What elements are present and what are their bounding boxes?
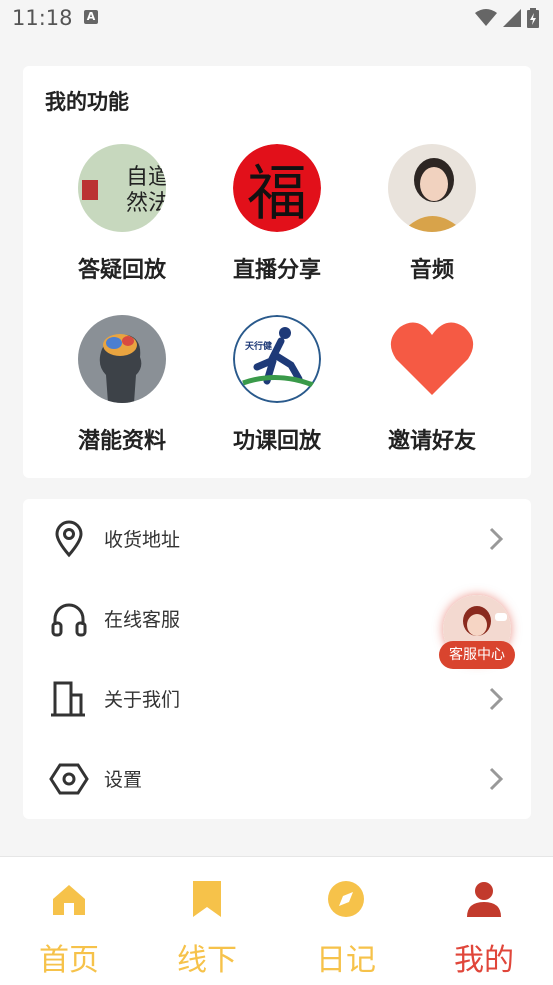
fu-char: 福	[247, 159, 307, 229]
home-icon	[53, 885, 85, 915]
function-invite-friends[interactable]: 邀请好友	[362, 315, 502, 455]
chevron-right-icon	[489, 527, 504, 551]
svg-text:天行健: 天行健	[245, 340, 272, 352]
svg-text:自道: 自道	[126, 165, 166, 190]
tab-label: 日记	[316, 943, 376, 978]
menu-label: 在线客服	[104, 609, 181, 631]
user-icon	[467, 882, 501, 917]
tab-home[interactable]: 首页	[0, 857, 138, 985]
tab-diary[interactable]: 日记	[277, 857, 415, 985]
menu-label: 关于我们	[104, 689, 181, 711]
function-qa-replay[interactable]: 自道 然法 答疑回放	[52, 144, 192, 284]
customer-service-float-button[interactable]: 客服中心	[439, 595, 515, 675]
chevron-right-icon	[489, 687, 504, 711]
bookmark-icon	[193, 881, 221, 917]
menu-item-settings[interactable]: 设置	[23, 739, 531, 819]
hexagon-settings-icon	[49, 763, 89, 795]
section-title: 我的功能	[45, 90, 129, 114]
wifi-icon	[475, 9, 497, 26]
function-live-share[interactable]: 福 直播分享	[207, 144, 347, 284]
function-label: 邀请好友	[387, 429, 476, 454]
location-pin-icon	[55, 520, 83, 558]
status-bar: 11:18 A	[0, 0, 553, 38]
heart-icon	[388, 315, 476, 403]
tab-label: 首页	[39, 943, 99, 978]
menu-label: 收货地址	[104, 529, 181, 551]
svg-text:然法: 然法	[126, 191, 166, 216]
runner-icon: 天行健	[233, 315, 321, 403]
function-audio[interactable]: 音频	[362, 144, 502, 284]
menu-label: 设置	[104, 769, 143, 791]
chevron-right-icon	[489, 767, 504, 791]
customer-service-label: 客服中心	[439, 641, 515, 669]
status-time: 11:18	[12, 6, 73, 30]
notification-badge-icon: A	[84, 10, 98, 24]
menu-item-shipping-address[interactable]: 收货地址	[23, 499, 531, 579]
function-potential-materials[interactable]: 潜能资料	[52, 315, 192, 455]
function-label: 答疑回放	[77, 258, 166, 283]
function-label: 功课回放	[232, 429, 321, 454]
function-label: 潜能资料	[77, 429, 166, 454]
function-label: 直播分享	[232, 258, 321, 283]
function-label: 音频	[409, 258, 454, 283]
woman-avatar-icon	[388, 144, 476, 232]
building-icon	[51, 681, 85, 717]
status-icons	[475, 8, 539, 28]
function-homework-replay[interactable]: 天行健 功课回放	[207, 315, 347, 455]
my-functions-card: 我的功能 自道 然法 答疑回放 福 直播分享 音频 潜能资料 天行健 功课回放 …	[23, 66, 531, 478]
tab-mine[interactable]: 我的	[415, 857, 553, 985]
battery-icon	[527, 8, 539, 28]
headphones-icon	[51, 603, 87, 637]
calligraphy-icon: 自道 然法	[78, 144, 166, 232]
bottom-tab-bar: 首页 线下 日记 我的	[0, 856, 553, 985]
tab-label: 线下	[177, 943, 237, 978]
signal-icon	[503, 9, 521, 27]
fu-character-icon: 福	[233, 144, 321, 232]
compass-icon	[328, 881, 364, 917]
tab-label: 我的	[454, 943, 514, 978]
tab-offline[interactable]: 线下	[138, 857, 276, 985]
brain-icon	[78, 315, 166, 403]
